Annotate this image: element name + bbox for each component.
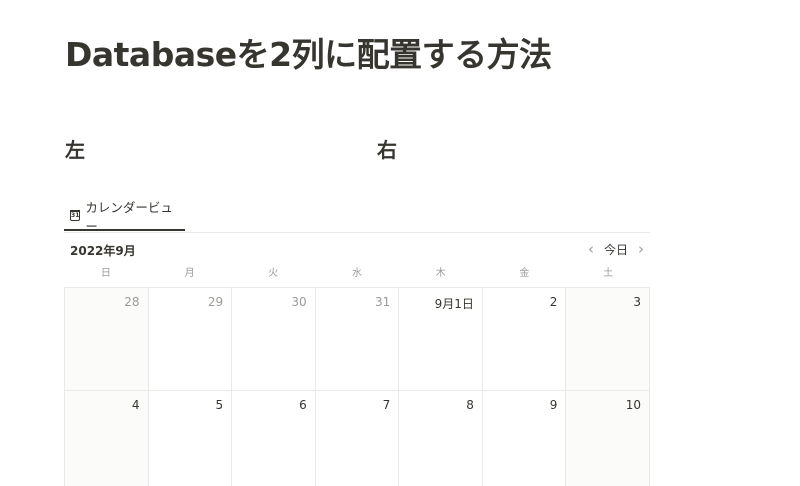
calendar-month-label: 2022年9月 [70, 244, 136, 258]
calendar-day-cell[interactable]: 5 [148, 391, 233, 486]
day-number: 6 [299, 398, 307, 412]
calendar-day-cell[interactable]: 2 [482, 288, 567, 391]
day-number: 2 [549, 295, 558, 309]
day-number: 3 [633, 295, 641, 309]
calendar-grid: 28 29 30 31 9月1日 2 3 4 5 6 7 8 9 10 [64, 287, 650, 486]
calendar-day-cell[interactable]: 8 [399, 391, 483, 486]
calendar-day-cell[interactable]: 9月1日 [399, 288, 483, 391]
calendar-day-cell[interactable]: 28 [65, 288, 149, 391]
calendar-day-cell[interactable]: 4 [65, 391, 149, 486]
day-number: 5 [215, 398, 224, 412]
weekday-sun: 日 [100, 268, 111, 279]
day-number: 8 [466, 398, 474, 412]
weekday-fri: 金 [519, 268, 530, 279]
chevron-right-icon[interactable]: › [638, 240, 644, 258]
calendar-day-cell[interactable]: 31 [315, 288, 400, 391]
calendar-weekday-header: 日 月 火 水 木 金 土 [64, 266, 650, 286]
calendar-icon: 31 [70, 210, 81, 221]
day-number: 4 [131, 398, 140, 412]
day-number: 31 [375, 295, 391, 309]
weekday-sat: 土 [603, 268, 614, 279]
calendar-day-cell[interactable]: 10 [566, 391, 650, 486]
calendar-day-cell[interactable]: 6 [232, 391, 316, 486]
day-number: 9月1日 [434, 297, 474, 311]
tab-calendar-view-label: カレンダービュー [85, 199, 173, 234]
chevron-left-icon[interactable]: ‹ [588, 240, 594, 258]
left-column-heading[interactable]: 左 [65, 134, 85, 163]
day-number: 30 [291, 295, 307, 309]
weekday-mon: 月 [184, 268, 195, 279]
calendar-day-cell[interactable]: 29 [148, 288, 233, 391]
calendar-nav: ‹ 今日 › [588, 240, 644, 258]
page-title[interactable]: Databaseを2列に配置する方法 [65, 28, 552, 76]
weekday-wed: 水 [351, 268, 362, 279]
day-number: 9 [549, 398, 558, 412]
calendar-day-cell[interactable]: 9 [482, 391, 567, 486]
notion-page: Databaseを2列に配置する方法 左 右 31 カレンダービュー 2022年… [0, 0, 800, 486]
weekday-tue: 火 [268, 268, 279, 279]
day-number: 10 [625, 398, 641, 412]
tab-calendar-view[interactable]: 31 カレンダービュー [64, 200, 185, 234]
day-number: 7 [382, 398, 391, 412]
day-number: 28 [124, 295, 140, 309]
right-column-heading[interactable]: 右 [377, 134, 397, 163]
database-view-tabs: 31 カレンダービュー [64, 200, 650, 234]
day-number: 29 [207, 295, 224, 309]
weekday-thu: 木 [435, 268, 446, 279]
calendar-day-cell[interactable]: 7 [315, 391, 400, 486]
calendar-day-cell[interactable]: 3 [566, 288, 650, 391]
calendar-header: 2022年9月 ‹ 今日 › [64, 238, 650, 262]
calendar-day-cell[interactable]: 30 [232, 288, 316, 391]
today-button[interactable]: 今日 [604, 241, 628, 258]
